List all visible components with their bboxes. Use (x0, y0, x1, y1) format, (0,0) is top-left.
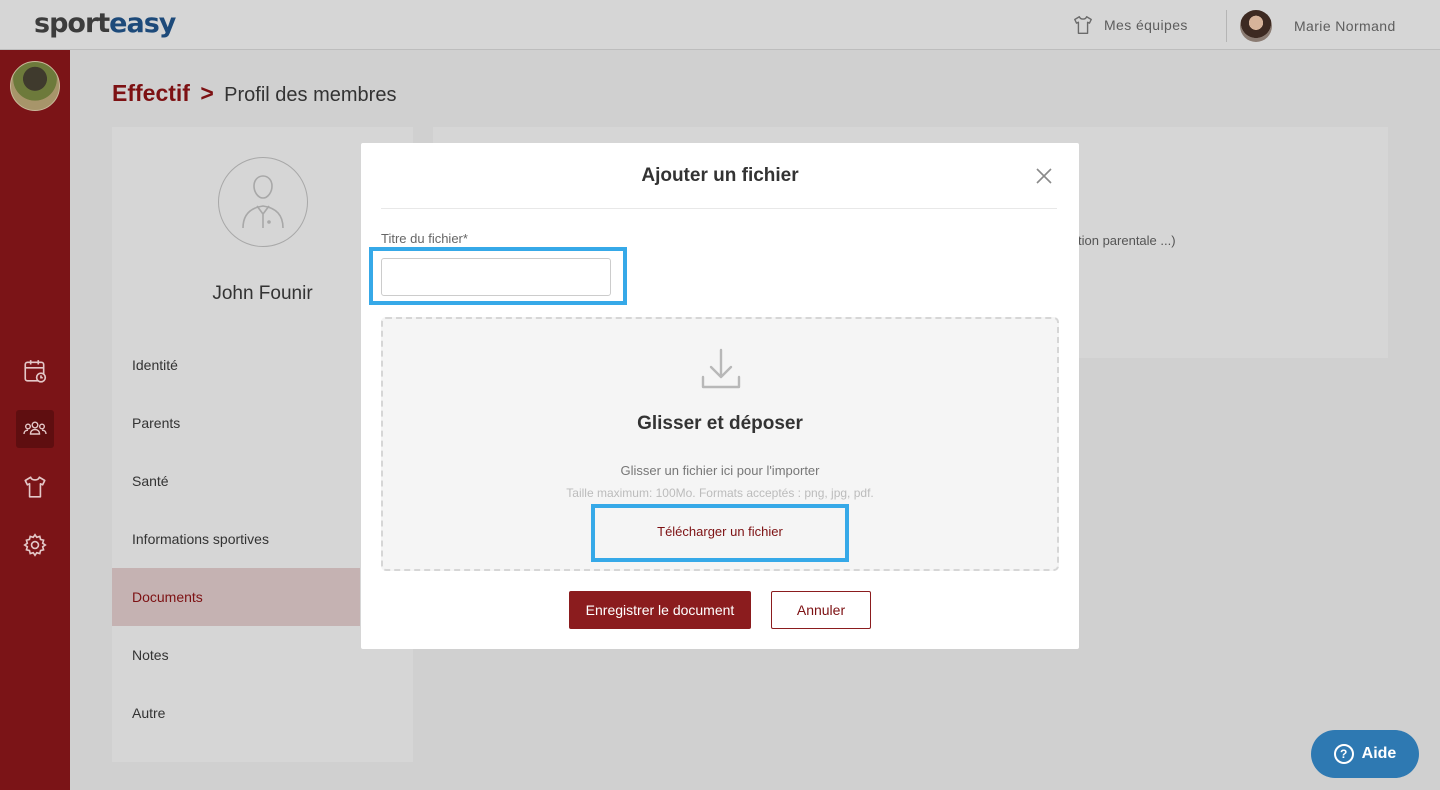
top-bar: sporteasy Mes équipes Marie Normand (0, 0, 1440, 50)
dropzone-subtitle: Glisser un fichier ici pour l'importer (620, 463, 820, 478)
profile-avatar (218, 157, 308, 247)
header-divider (1226, 10, 1227, 42)
help-label: Aide (1361, 745, 1397, 762)
sidebar-jersey[interactable] (16, 468, 54, 506)
modal-title: Ajouter un fichier (641, 165, 799, 186)
sidebar (0, 50, 70, 790)
breadcrumb-separator: > (200, 80, 214, 106)
user-name: Marie Normand (1294, 18, 1396, 34)
team-logo[interactable] (10, 61, 60, 111)
my-teams-link[interactable]: Mes équipes (1072, 14, 1188, 36)
team-members-icon (23, 421, 47, 435)
dropzone-hint: Taille maximum: 100Mo. Formats acceptés … (566, 486, 874, 500)
person-placeholder-icon (242, 175, 284, 229)
jersey-icon (24, 476, 46, 498)
cancel-button[interactable]: Annuler (771, 591, 871, 629)
dropzone-heading: Glisser et déposer (637, 413, 803, 434)
file-title-highlight (369, 247, 627, 305)
menu-item-autre[interactable]: Autre (112, 684, 413, 742)
user-menu[interactable]: Marie Normand (1240, 10, 1396, 42)
sidebar-calendar[interactable] (16, 352, 54, 390)
download-icon (701, 348, 741, 389)
modal-divider (381, 208, 1057, 209)
breadcrumb-root[interactable]: Effectif (112, 80, 190, 106)
user-avatar (1240, 10, 1272, 42)
documents-panel-text: tion parentale ...) (1078, 233, 1176, 248)
sidebar-team[interactable] (16, 410, 54, 448)
my-teams-label: Mes équipes (1104, 17, 1188, 33)
jersey-icon (1074, 16, 1092, 34)
settings-icon (23, 533, 47, 557)
help-icon: ? (1333, 744, 1354, 764)
breadcrumb-current: Profil des membres (224, 84, 397, 106)
save-document-button[interactable]: Enregistrer le document (569, 591, 751, 629)
breadcrumb: Effectif > Profil des membres (112, 80, 396, 107)
add-file-modal: Ajouter un fichier Titre du fichier* Gli… (361, 143, 1079, 649)
sidebar-settings[interactable] (16, 526, 54, 564)
upload-link-highlight (591, 504, 849, 562)
calendar-icon (24, 360, 47, 383)
file-title-label: Titre du fichier* (381, 231, 468, 246)
help-button[interactable]: ? Aide (1311, 730, 1419, 778)
menu-item-documents[interactable]: Documents (112, 568, 360, 626)
sporteasy-logo[interactable]: sporteasy (34, 8, 176, 39)
close-icon[interactable] (1034, 166, 1054, 186)
